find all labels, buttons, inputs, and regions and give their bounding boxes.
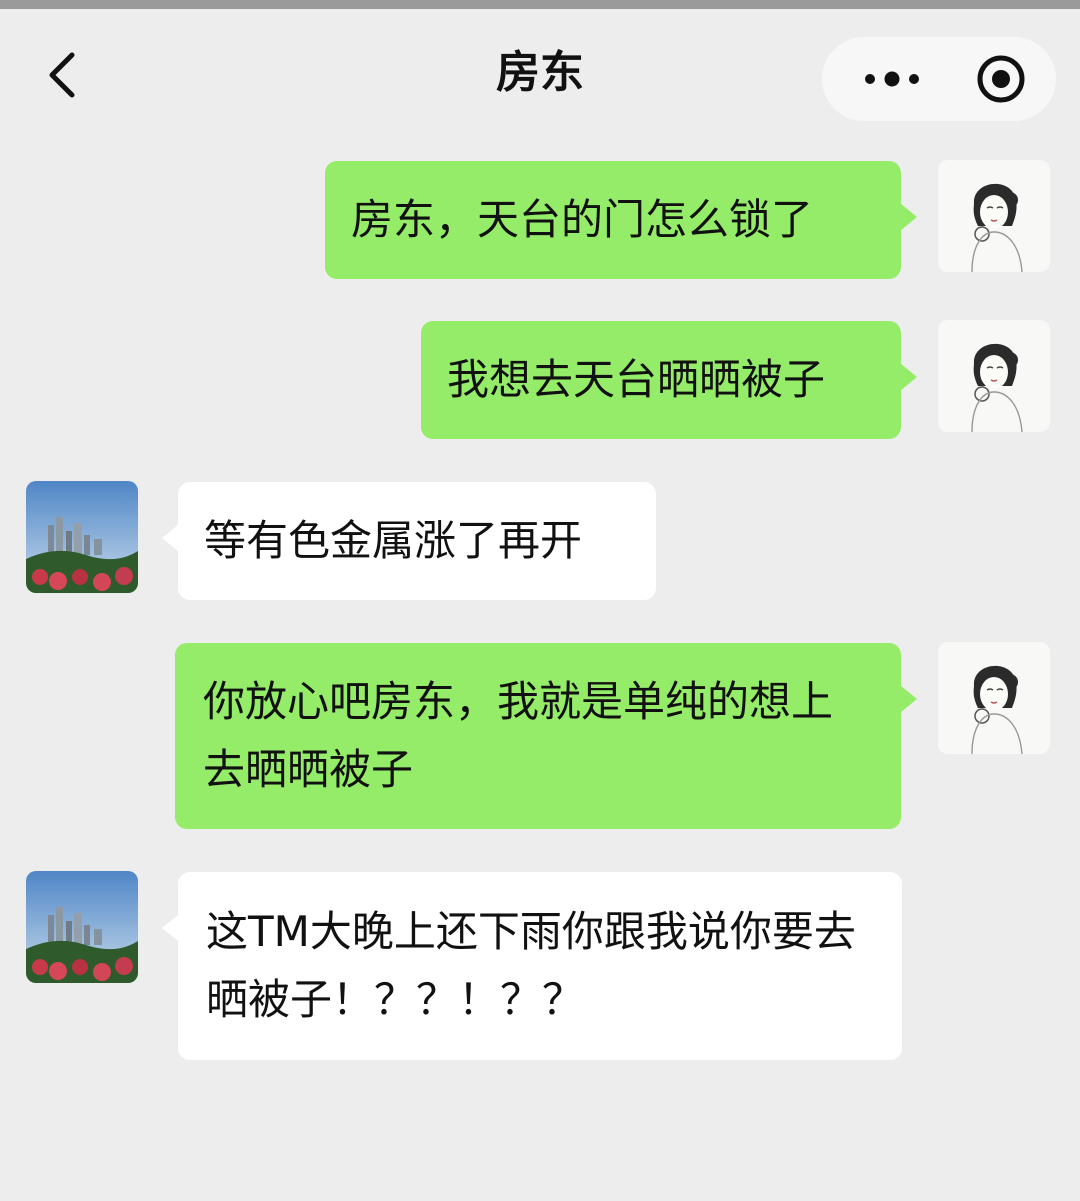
message-text: 我想去天台晒晒被子 xyxy=(447,355,826,404)
city-skyline-avatar-image xyxy=(26,871,138,983)
my-avatar[interactable] xyxy=(938,642,1050,754)
message-bubble[interactable]: 你放心吧房东，我就是单纯的想上去晒晒被子 xyxy=(175,643,917,829)
chevron-left-icon xyxy=(49,52,75,98)
message-text: 房东，天台的门怎么锁了 xyxy=(351,195,814,244)
chat-header: 房东 xyxy=(0,9,1080,129)
message-bubble[interactable]: 我想去天台晒晒被子 xyxy=(421,321,917,439)
girl-sketch-avatar-image xyxy=(938,320,1050,432)
message-bubble[interactable]: 房东，天台的门怎么锁了 xyxy=(325,161,917,279)
message-row: 这TM大晚上还下雨你跟我说你要去晒被子！？？！？？ xyxy=(0,871,1080,1061)
girl-sketch-avatar-image xyxy=(938,160,1050,272)
city-skyline-avatar-image xyxy=(26,481,138,593)
girl-sketch-avatar-image xyxy=(938,642,1050,754)
landlord-avatar[interactable] xyxy=(26,871,138,983)
message-bubble[interactable]: 这TM大晚上还下雨你跟我说你要去晒被子！？？！？？ xyxy=(162,872,902,1060)
landlord-avatar[interactable] xyxy=(26,481,138,593)
target-circle-icon xyxy=(977,55,1025,103)
more-button[interactable] xyxy=(842,37,942,121)
close-button[interactable] xyxy=(956,37,1046,121)
message-row: 等有色金属涨了再开 xyxy=(0,481,1080,601)
back-button[interactable] xyxy=(40,45,90,105)
message-row: 我想去天台晒晒被子 xyxy=(0,320,1080,440)
status-strip xyxy=(0,0,1080,9)
message-text: 等有色金属涨了再开 xyxy=(204,516,583,565)
more-dots-icon xyxy=(865,71,919,87)
message-bubble[interactable]: 等有色金属涨了再开 xyxy=(162,482,656,600)
message-text: 你放心吧房东，我就是单纯的想上去晒晒被子 xyxy=(203,677,834,794)
message-text: 这TM大晚上还下雨你跟我说你要去晒被子！？？！？？ xyxy=(206,907,856,1024)
message-row: 你放心吧房东，我就是单纯的想上去晒晒被子 xyxy=(0,642,1080,830)
my-avatar[interactable] xyxy=(938,320,1050,432)
my-avatar[interactable] xyxy=(938,160,1050,272)
mini-program-capsule xyxy=(822,37,1056,121)
message-row: 房东，天台的门怎么锁了 xyxy=(0,160,1080,280)
